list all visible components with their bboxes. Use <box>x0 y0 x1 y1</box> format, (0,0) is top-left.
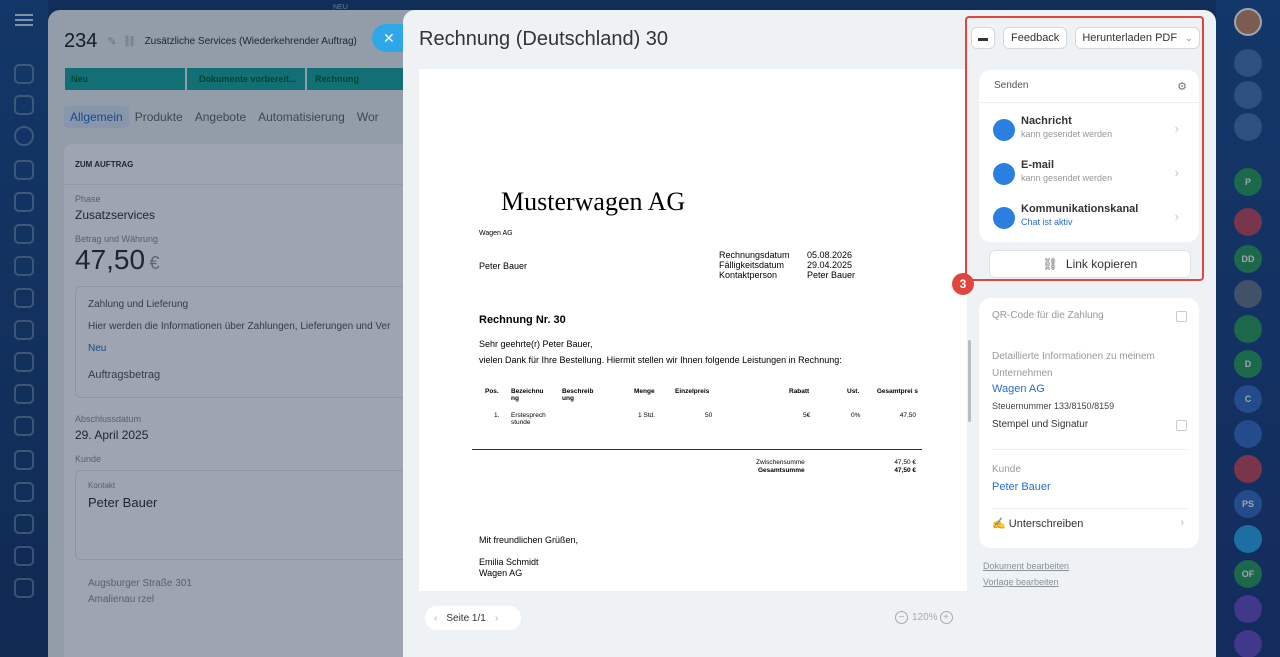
total: 47,50 € <box>894 467 916 474</box>
tax-number: Steuernummer 133/8150/8159 <box>992 401 1115 411</box>
closing: Mit freundlichen Grüßen, <box>479 535 579 545</box>
chevron-right-icon: › <box>1180 517 1184 529</box>
channel-icon <box>993 207 1015 229</box>
edit-document-link[interactable]: Dokument bearbeiten <box>983 561 1069 571</box>
total-label: Gesamtsumme <box>758 467 805 474</box>
th-price: Einzelpreis <box>675 388 710 395</box>
th-pos: Pos. <box>485 388 499 395</box>
qr-checkbox[interactable] <box>1176 311 1187 322</box>
chevron-right-icon: › <box>1174 165 1179 180</box>
meta-key-0: Rechnungsdatum <box>719 250 790 260</box>
message-icon <box>993 119 1015 141</box>
settings-card: QR-Code für die Zahlung Detaillierte Inf… <box>979 298 1199 548</box>
zoom-level: 120% <box>912 612 938 623</box>
email-icon <box>993 163 1015 185</box>
meta-key-2: Kontaktperson <box>719 270 778 280</box>
th-total: Gesamtprei s <box>876 388 918 395</box>
td-name: Erstesprech stunde <box>511 412 546 426</box>
th-qty: Menge <box>634 388 655 395</box>
link-icon: ⛓ <box>1042 257 1058 271</box>
stamp-label: Stempel und Signatur <box>992 419 1089 430</box>
send-item-sub: kann gesendet werden <box>1021 173 1113 183</box>
intro: vielen Dank für Ihre Bestellung. Hiermit… <box>479 355 842 365</box>
meta-val-0: 05.08.2026 <box>807 250 853 260</box>
td-pos: 1. <box>494 412 500 419</box>
send-item-title: E-mail <box>1021 159 1055 171</box>
zoom-in-icon[interactable]: + <box>939 611 953 624</box>
send-channel-item[interactable]: Kommunikationskanal Chat ist aktiv › <box>993 201 1185 245</box>
invoice-preview: Musterwagen AG Wagen AG Peter Bauer Rech… <box>419 69 967 591</box>
meta-key-1: Fälligkeitsdatum <box>719 260 785 270</box>
stamp-checkbox[interactable] <box>1176 420 1187 431</box>
send-email-item[interactable]: E-mail kann gesendet werden › <box>993 157 1185 201</box>
divider <box>472 449 922 450</box>
meta-val-2: Peter Bauer <box>807 270 856 280</box>
details-label: Detaillierte Informationen zu meinem Unt… <box>992 351 1155 379</box>
copy-link-button[interactable]: ⛓ Link kopieren <box>989 250 1191 278</box>
scrollbar[interactable] <box>968 340 971 422</box>
td-discount: 5€ <box>803 412 811 419</box>
pager: ‹ Seite 1/1 › <box>425 606 521 630</box>
qr-label: QR-Code für die Zahlung <box>992 310 1104 321</box>
td-total: 47,50 <box>899 412 916 419</box>
td-price: 50 <box>705 412 713 419</box>
th-discount: Rabatt <box>789 388 810 395</box>
send-card: Senden ⚙ Nachricht kann gesendet werden … <box>979 70 1199 242</box>
subtotal: 47,50 € <box>894 459 916 466</box>
meta-val-1: 29.04.2025 <box>807 260 853 270</box>
signer: Emilia Schmidt <box>479 557 539 567</box>
step-badge: 3 <box>952 273 974 295</box>
sign-item[interactable]: ✍ Unterschreiben › <box>992 517 1188 537</box>
prev-page-icon[interactable]: ‹ <box>425 613 446 624</box>
send-settings-icon[interactable]: ⚙ <box>1177 80 1187 93</box>
td-qty: 1 Std. <box>638 412 655 419</box>
send-item-sub: kann gesendet werden <box>1021 129 1113 139</box>
send-message-item[interactable]: Nachricht kann gesendet werden › <box>993 113 1185 157</box>
send-item-sub: Chat ist aktiv <box>1021 217 1073 227</box>
send-title: Senden <box>994 80 1029 91</box>
chevron-right-icon: › <box>1174 121 1179 136</box>
next-page-icon[interactable]: › <box>486 613 507 624</box>
chevron-right-icon: › <box>1174 209 1179 224</box>
td-vat: 0% <box>851 412 861 419</box>
th-desc: Beschreib ung <box>562 388 594 402</box>
copy-link-label: Link kopieren <box>1065 257 1138 271</box>
page-indicator: Seite 1/1 <box>446 612 486 624</box>
invoice-panel: Rechnung (Deutschland) 30 Musterwagen AG… <box>403 10 1216 657</box>
signer-company: Wagen AG <box>479 568 523 578</box>
sign-label: Unterschreiben <box>1008 518 1084 530</box>
invoice-number: Rechnung Nr. 30 <box>479 314 566 326</box>
customer-name: Peter Bauer <box>479 261 528 271</box>
client-link[interactable]: Peter Bauer <box>992 481 1051 493</box>
edit-template-link[interactable]: Vorlage bearbeiten <box>983 577 1059 587</box>
client-label: Kunde <box>992 464 1021 475</box>
subtotal-label: Zwischensumme <box>756 459 805 466</box>
send-item-title: Kommunikationskanal <box>1021 203 1139 215</box>
pen-icon: ✍ <box>992 518 1006 530</box>
zoom-out-icon[interactable]: − <box>895 611 908 624</box>
th-vat: Ust. <box>847 388 860 395</box>
send-item-title: Nachricht <box>1021 115 1072 127</box>
company-link[interactable]: Wagen AG <box>992 383 1045 395</box>
company-name: Musterwagen AG <box>501 187 686 216</box>
page-title: Rechnung (Deutschland) 30 <box>419 28 669 50</box>
greeting: Sehr geehrte(r) Peter Bauer, <box>479 339 593 349</box>
company-small: Wagen AG <box>479 230 513 237</box>
th-name: Bezeichnu ng <box>511 388 544 402</box>
